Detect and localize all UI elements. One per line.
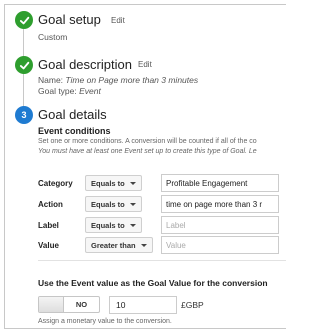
goal-value-heading: Use the Event value as the Goal Value fo…: [38, 278, 268, 288]
category-operator-label: Equals to: [91, 178, 125, 188]
toggle-state-label: NO: [75, 300, 88, 309]
goal-name-label: Name:: [38, 75, 64, 85]
action-operator-label: Equals to: [91, 199, 125, 209]
caret-down-icon: [129, 223, 136, 227]
condition-label-value: Value: [38, 241, 59, 250]
event-requirement-note: You must have at least one Event set up …: [38, 148, 257, 155]
step-title-goal-description: Goal description: [38, 57, 132, 72]
currency-label: £GBP: [181, 300, 204, 310]
goal-value-input[interactable]: 10: [109, 296, 177, 314]
action-value-input[interactable]: time on page more than 3 r: [161, 195, 279, 213]
category-operator-dropdown[interactable]: Equals to: [85, 175, 142, 191]
check-icon: [15, 11, 33, 29]
step-title-goal-setup: Goal setup: [38, 12, 101, 27]
label-value-input[interactable]: Label: [161, 216, 279, 234]
step-title-goal-details: Goal details: [38, 107, 107, 122]
edit-goal-description-link[interactable]: Edit: [138, 60, 152, 69]
caret-down-icon: [140, 243, 147, 247]
caret-down-icon: [129, 202, 136, 206]
goal-value-hint: Assign a monetary value to the conversio…: [38, 318, 172, 325]
goal-name-line: Name: Time on Page more than 3 minutes: [38, 75, 198, 85]
condition-label-label: Label: [38, 221, 59, 230]
goal-name-value: Time on Page more than 3 minutes: [65, 75, 199, 85]
value-operator-dropdown[interactable]: Greater than: [85, 237, 153, 253]
event-conditions-help: Set one or more conditions. A conversion…: [38, 138, 257, 145]
check-icon: [15, 56, 33, 74]
edit-goal-setup-link[interactable]: Edit: [111, 16, 125, 25]
category-value-input[interactable]: Profitable Engagement: [161, 174, 279, 192]
condition-label-action: Action: [38, 200, 63, 209]
goal-type-line: Goal type: Event: [38, 86, 101, 96]
step-number-badge: 3: [15, 106, 33, 124]
condition-label-category: Category: [38, 179, 73, 188]
use-event-value-toggle[interactable]: NO: [38, 296, 100, 313]
goal-type-label: Goal type:: [38, 86, 77, 96]
event-conditions-heading: Event conditions: [38, 126, 111, 136]
toggle-knob: [39, 297, 64, 312]
action-operator-dropdown[interactable]: Equals to: [85, 196, 142, 212]
value-operator-label: Greater than: [91, 240, 136, 250]
goal-editor-panel: Goal setup Edit Custom Goal description …: [4, 4, 286, 329]
caret-down-icon: [129, 181, 136, 185]
value-value-input[interactable]: Value: [161, 236, 279, 254]
goal-type-value: Event: [79, 86, 101, 96]
label-operator-label: Equals to: [91, 220, 125, 230]
label-operator-dropdown[interactable]: Equals to: [85, 217, 142, 233]
goal-setup-value: Custom: [38, 32, 68, 42]
section-divider: [38, 260, 286, 261]
